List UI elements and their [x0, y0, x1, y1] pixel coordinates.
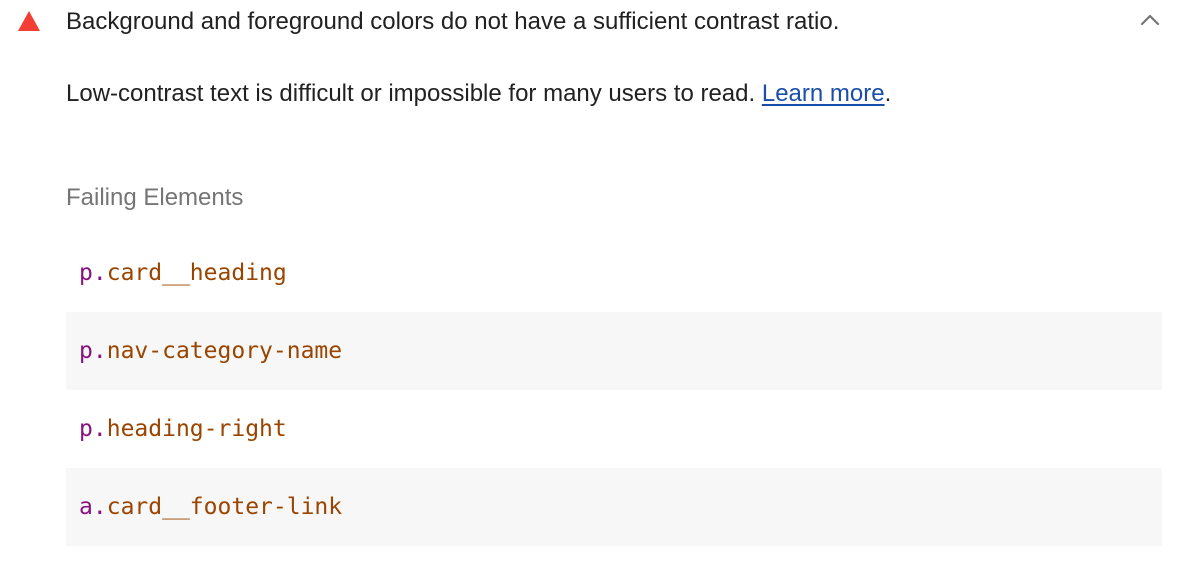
- table-row[interactable]: p.card__heading: [66, 234, 1162, 312]
- node-tag: a: [79, 494, 93, 520]
- learn-more-link[interactable]: Learn more: [762, 80, 885, 107]
- node-selector: p.nav-category-name: [79, 336, 342, 366]
- audit-title: Background and foreground colors do not …: [66, 8, 840, 35]
- contrast-audit: Background and foreground colors do not …: [0, 0, 1186, 568]
- node-class: card__heading: [106, 260, 287, 286]
- audit-description: Low-contrast text is difficult or imposs…: [66, 78, 891, 110]
- table-row[interactable]: a.card__footer-link: [66, 468, 1162, 546]
- node-class: nav-category-name: [106, 338, 343, 364]
- node-dot: .: [92, 416, 107, 442]
- node-dot: .: [92, 494, 107, 520]
- node-dot: .: [92, 260, 107, 286]
- failing-elements-heading: Failing Elements: [66, 184, 244, 211]
- node-tag: p: [79, 416, 93, 442]
- chevron-up-icon[interactable]: [1138, 10, 1162, 30]
- table-row[interactable]: p.heading-right: [66, 390, 1162, 468]
- node-tag: p: [79, 260, 93, 286]
- node-tag: p: [79, 338, 93, 364]
- table-row[interactable]: p.nav-category-name: [66, 312, 1162, 390]
- description-text: Low-contrast text is difficult or imposs…: [66, 80, 762, 107]
- node-selector: p.heading-right: [79, 414, 287, 444]
- node-class: card__footer-link: [106, 494, 343, 520]
- failing-elements-table: p.card__heading p.nav-category-name p.he…: [66, 234, 1162, 546]
- node-selector: a.card__footer-link: [79, 492, 342, 522]
- warning-triangle-icon: [18, 11, 40, 31]
- node-class: heading-right: [106, 416, 287, 442]
- node-selector: p.card__heading: [79, 258, 287, 288]
- audit-header[interactable]: Background and foreground colors do not …: [0, 0, 1186, 46]
- description-suffix: .: [884, 80, 892, 107]
- node-dot: .: [92, 338, 107, 364]
